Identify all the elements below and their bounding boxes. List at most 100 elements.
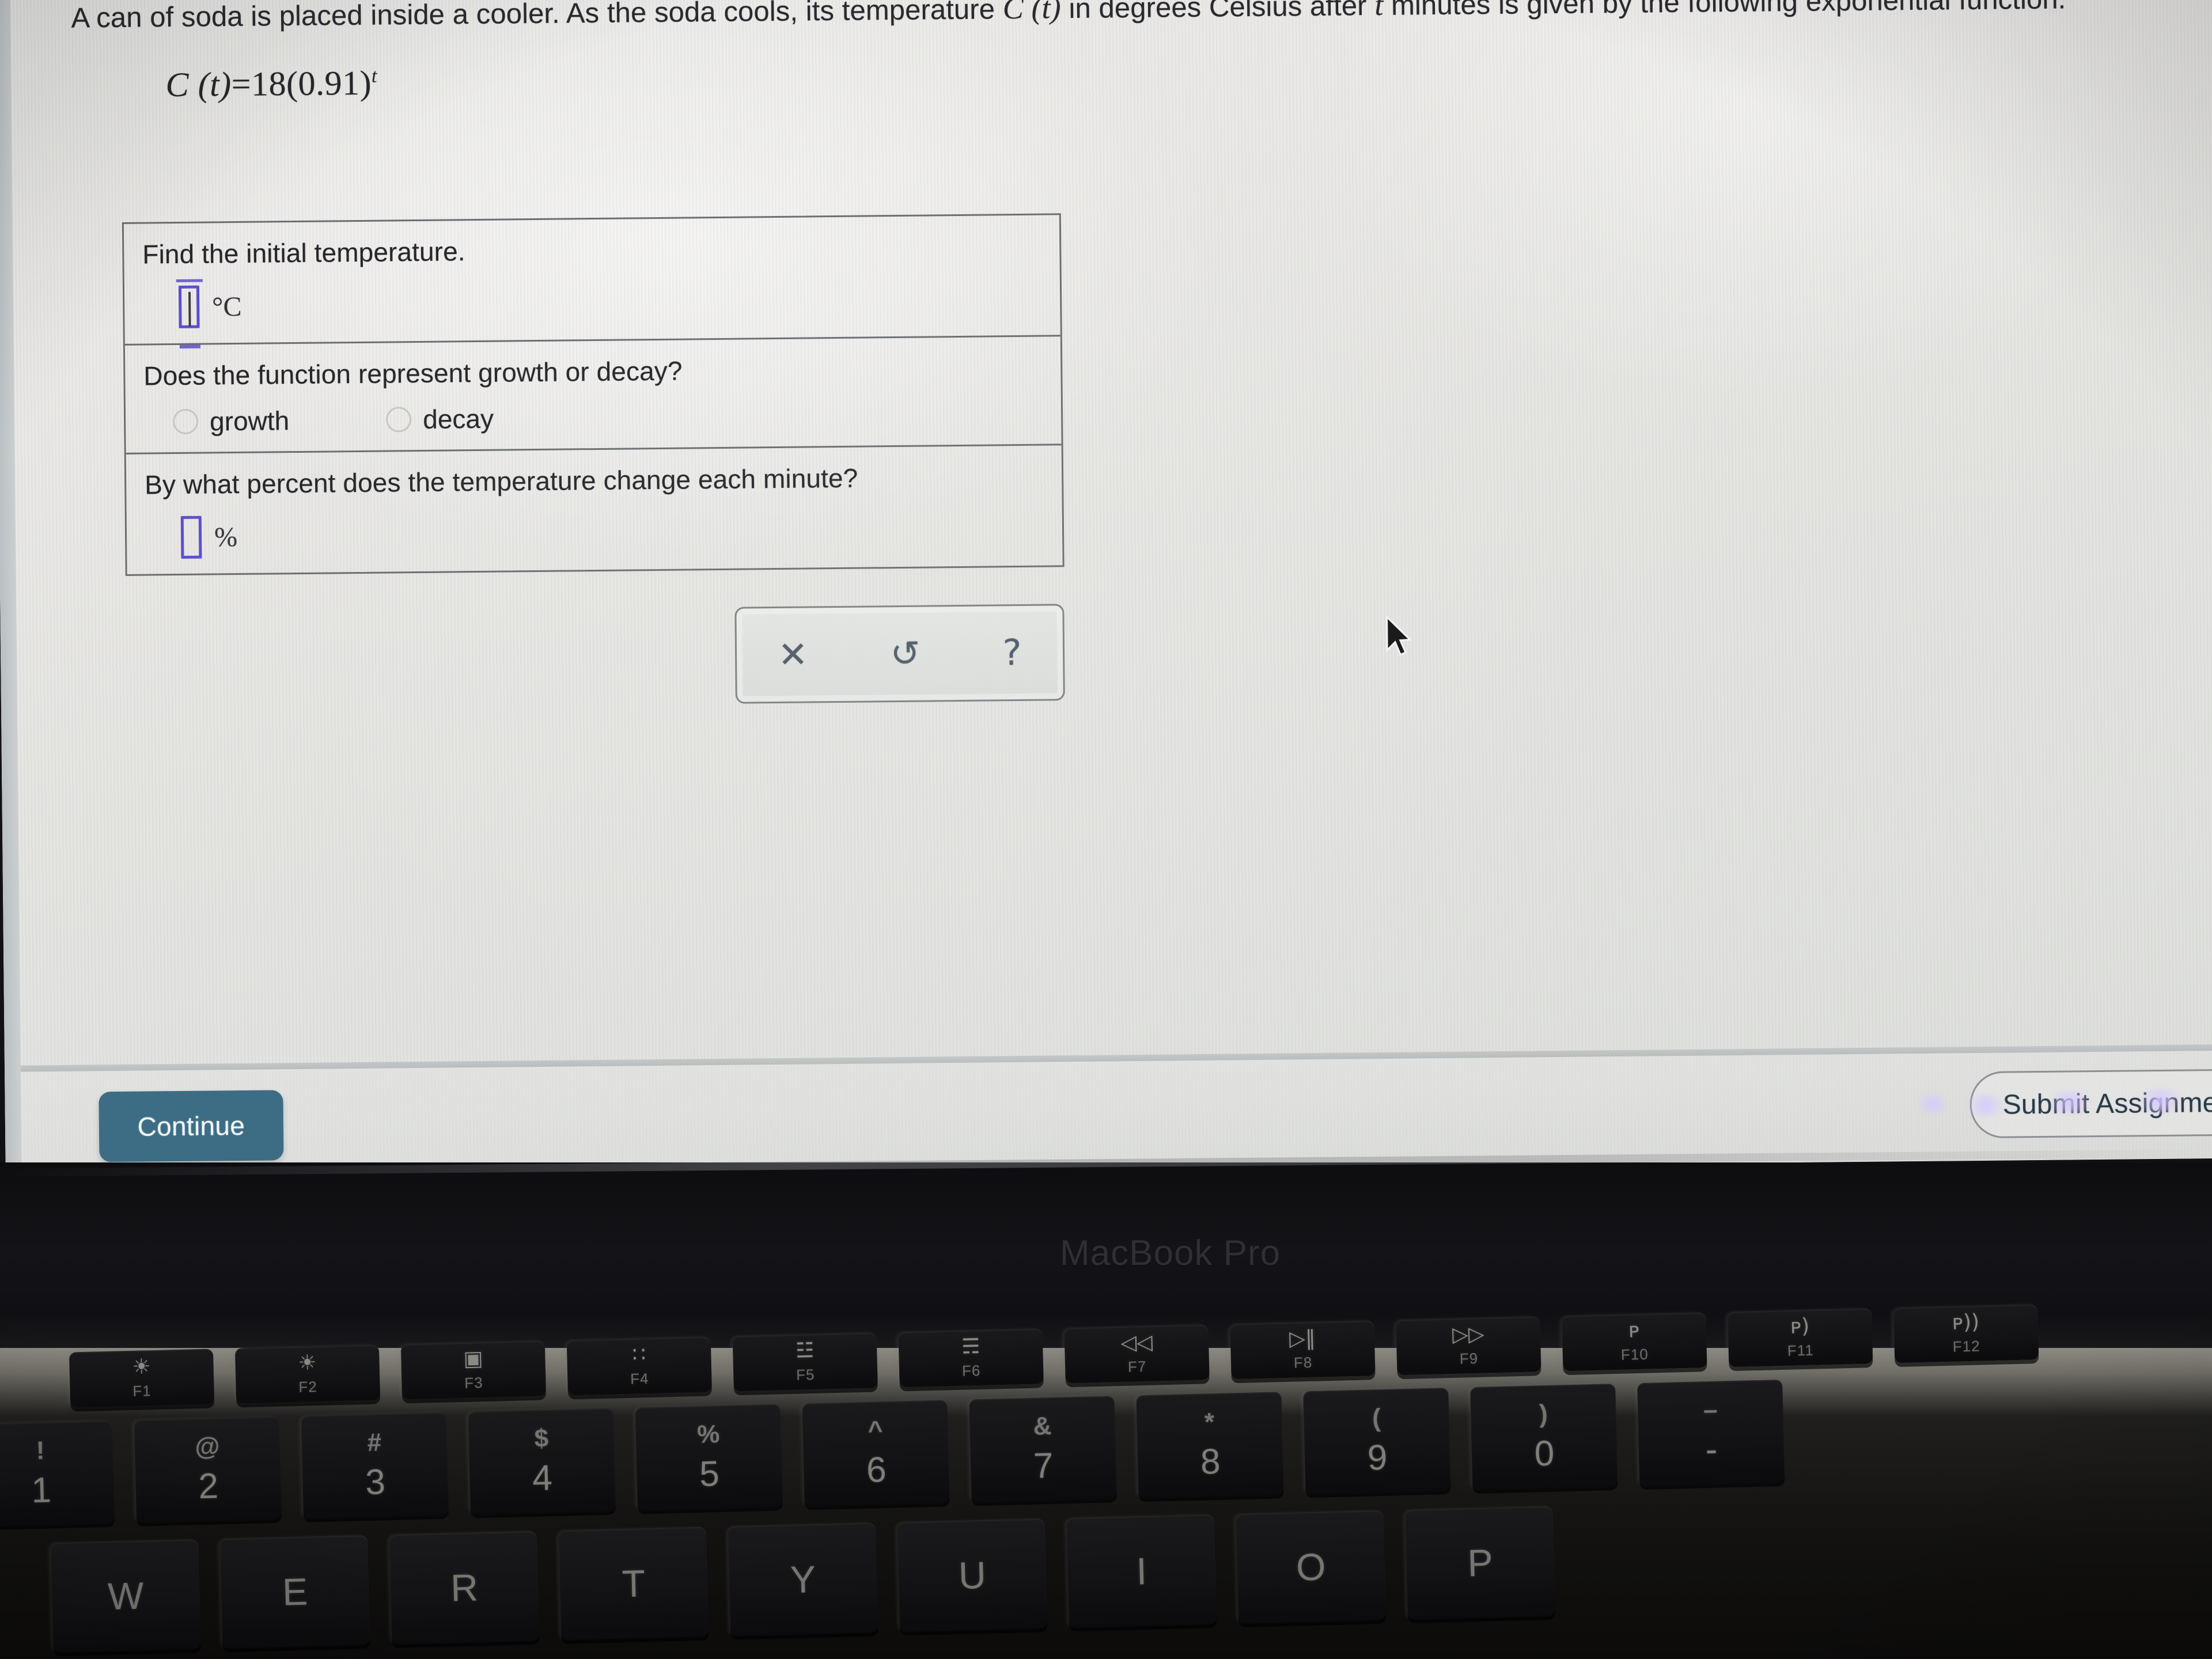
key-f12[interactable]: ᴘ)) F12 xyxy=(1893,1304,2039,1363)
key-f9[interactable]: ▷▷ F9 xyxy=(1396,1316,1541,1376)
key-f3[interactable]: ▣ F3 xyxy=(400,1340,547,1400)
key-f5[interactable]: ☳ F5 xyxy=(732,1332,878,1392)
key-primary-label: R xyxy=(450,1566,479,1609)
mouse-cursor-icon xyxy=(1384,614,1415,661)
key-o[interactable]: O xyxy=(1236,1510,1386,1624)
assignment-content: A can of soda is placed inside a cooler.… xyxy=(10,0,2212,1180)
answer-line-3: % xyxy=(145,507,1063,559)
key-r[interactable]: R xyxy=(389,1531,540,1645)
key-8[interactable]: * 8 xyxy=(1136,1392,1284,1498)
key-fn-label: F12 xyxy=(1952,1337,1980,1355)
key-primary-label: 3 xyxy=(365,1461,386,1502)
key-primary-label: O xyxy=(1296,1545,1327,1589)
percent-change-input[interactable] xyxy=(180,516,202,559)
key-shift-symbol: % xyxy=(696,1419,720,1449)
key-fn-label: F2 xyxy=(298,1377,318,1396)
key-0[interactable]: ) 0 xyxy=(1470,1384,1618,1490)
undo-icon[interactable]: ↺ xyxy=(890,632,921,675)
question-1-label: Find the initial temperature. xyxy=(142,236,465,270)
key-f2[interactable]: ☀ F2 xyxy=(234,1344,381,1404)
statement-text-2: in degrees Celsius after xyxy=(1060,0,1375,25)
key-5[interactable]: % 5 xyxy=(635,1404,783,1510)
question-row-initial-temperature: Find the initial temperature. °C xyxy=(124,215,1060,344)
key-primary-label: T xyxy=(621,1562,646,1605)
key-f6[interactable]: ☴ F6 xyxy=(898,1328,1044,1388)
question-row-growth-or-decay: Does the function represent growth or de… xyxy=(124,335,1062,453)
laptop-screen: A can of soda is placed inside a cooler.… xyxy=(0,0,2212,1180)
keyboard: ☀ F1 ☀ F2 ▣ F3 ∷ F4 ☳ F5 ☴ F6 ◁◁ F7 ▷‖ F8 ▷▷ F9 ᴘ F10 ᴘ) F11 ᴘ… xyxy=(0,1299,2212,1659)
question-row-percent-change: By what percent does the temperature cha… xyxy=(126,444,1063,574)
key-w[interactable]: W xyxy=(51,1539,201,1653)
key-f10[interactable]: ᴘ F10 xyxy=(1562,1312,1707,1372)
key--[interactable]: – - xyxy=(1637,1379,1785,1486)
photograph-of-laptop: A can of soda is placed inside a cooler.… xyxy=(0,0,2212,1659)
key-shift-symbol: $ xyxy=(533,1423,549,1453)
letter-key-row: WERTYUIOP xyxy=(0,1506,1555,1656)
key-7[interactable]: & 7 xyxy=(969,1396,1117,1502)
key-primary-label: 0 xyxy=(1533,1433,1555,1474)
key-fn-label: F8 xyxy=(1293,1353,1313,1372)
key-primary-label: E xyxy=(282,1570,309,1613)
radio-button-growth-icon[interactable] xyxy=(172,408,199,435)
key-fn-label: F4 xyxy=(630,1369,649,1388)
key-fn-label: F7 xyxy=(1127,1357,1147,1376)
key-shift-symbol: ( xyxy=(1372,1403,1381,1432)
play-pause-icon: ▷‖ xyxy=(1289,1326,1316,1351)
key-f8[interactable]: ▷‖ F8 xyxy=(1230,1320,1376,1380)
key-primary-label: U xyxy=(958,1553,987,1597)
key-primary-label: 5 xyxy=(699,1453,720,1494)
celsius-unit-label: °C xyxy=(211,291,242,322)
key-fn-label: F10 xyxy=(1620,1345,1649,1363)
question-2-label: Does the function represent growth or de… xyxy=(143,355,683,391)
key-3[interactable]: #3 xyxy=(301,1412,449,1518)
radio-option-decay[interactable]: decay xyxy=(386,403,494,435)
key-shift-symbol: # xyxy=(367,1427,382,1457)
radio-button-decay-icon[interactable] xyxy=(386,407,412,433)
key-u[interactable]: U xyxy=(897,1518,1048,1632)
key-shift-symbol: ^ xyxy=(868,1415,884,1445)
brightness-down-icon: ☀ xyxy=(131,1354,151,1379)
question-3-label: By what percent does the temperature cha… xyxy=(144,463,858,500)
key-shift-symbol: @ xyxy=(194,1431,221,1461)
key-f7[interactable]: ◁◁ F7 xyxy=(1064,1324,1210,1384)
key-f11[interactable]: ᴘ) F11 xyxy=(1728,1308,1873,1368)
key-primary-label: W xyxy=(107,1574,145,1618)
key-9[interactable]: (9 xyxy=(1303,1388,1451,1494)
help-icon[interactable]: ? xyxy=(1002,631,1022,673)
key-primary-label: P xyxy=(1467,1541,1494,1585)
initial-temperature-input[interactable] xyxy=(178,285,200,328)
key-y[interactable]: Y xyxy=(728,1522,878,1636)
key-shift-symbol: & xyxy=(1033,1411,1052,1441)
radio-option-growth[interactable]: growth xyxy=(172,405,290,437)
key-p[interactable]: P xyxy=(1405,1506,1555,1619)
key-t[interactable]: T xyxy=(558,1527,709,1640)
key-2[interactable]: @2 xyxy=(134,1416,282,1522)
key-1[interactable]: ! 1 xyxy=(0,1420,115,1527)
key-primary-label: I xyxy=(1135,1550,1147,1593)
key-f4[interactable]: ∷ F4 xyxy=(566,1336,712,1396)
key-f1[interactable]: ☀ F1 xyxy=(69,1349,215,1408)
statement-function-symbol: C (t) xyxy=(1002,0,1061,26)
key-fn-label: F1 xyxy=(132,1381,152,1400)
key-shift-symbol: ) xyxy=(1539,1399,1548,1428)
key-4[interactable]: $4 xyxy=(468,1408,616,1514)
fast-forward-icon: ▷▷ xyxy=(1452,1322,1485,1347)
statement-variable-t: t xyxy=(1374,0,1384,22)
keyboard-backlight-up-icon: ☴ xyxy=(961,1334,980,1359)
key-6[interactable]: ^ 6 xyxy=(802,1400,950,1506)
percent-unit-label: % xyxy=(214,521,238,552)
key-primary-label: 1 xyxy=(31,1469,52,1510)
submit-assignment-button[interactable]: Submit Assignment xyxy=(1969,1068,2212,1139)
exponential-formula: C (t)=18(0.91)t xyxy=(165,63,377,105)
question-panel: Find the initial temperature. °C Does th… xyxy=(122,213,1065,576)
answer-toolbar: ✕ ↺ ? xyxy=(734,604,1065,704)
key-primary-label: 7 xyxy=(1033,1445,1054,1486)
continue-button[interactable]: Continue xyxy=(99,1090,284,1162)
mission-control-icon: ▣ xyxy=(463,1346,483,1371)
key-i[interactable]: I xyxy=(1066,1514,1217,1628)
clear-icon[interactable]: ✕ xyxy=(778,633,808,675)
key-e[interactable]: E xyxy=(219,1535,370,1649)
radio-label-decay: decay xyxy=(422,403,494,434)
key-shift-symbol: * xyxy=(1204,1407,1215,1436)
key-shift-symbol: – xyxy=(1703,1395,1718,1424)
